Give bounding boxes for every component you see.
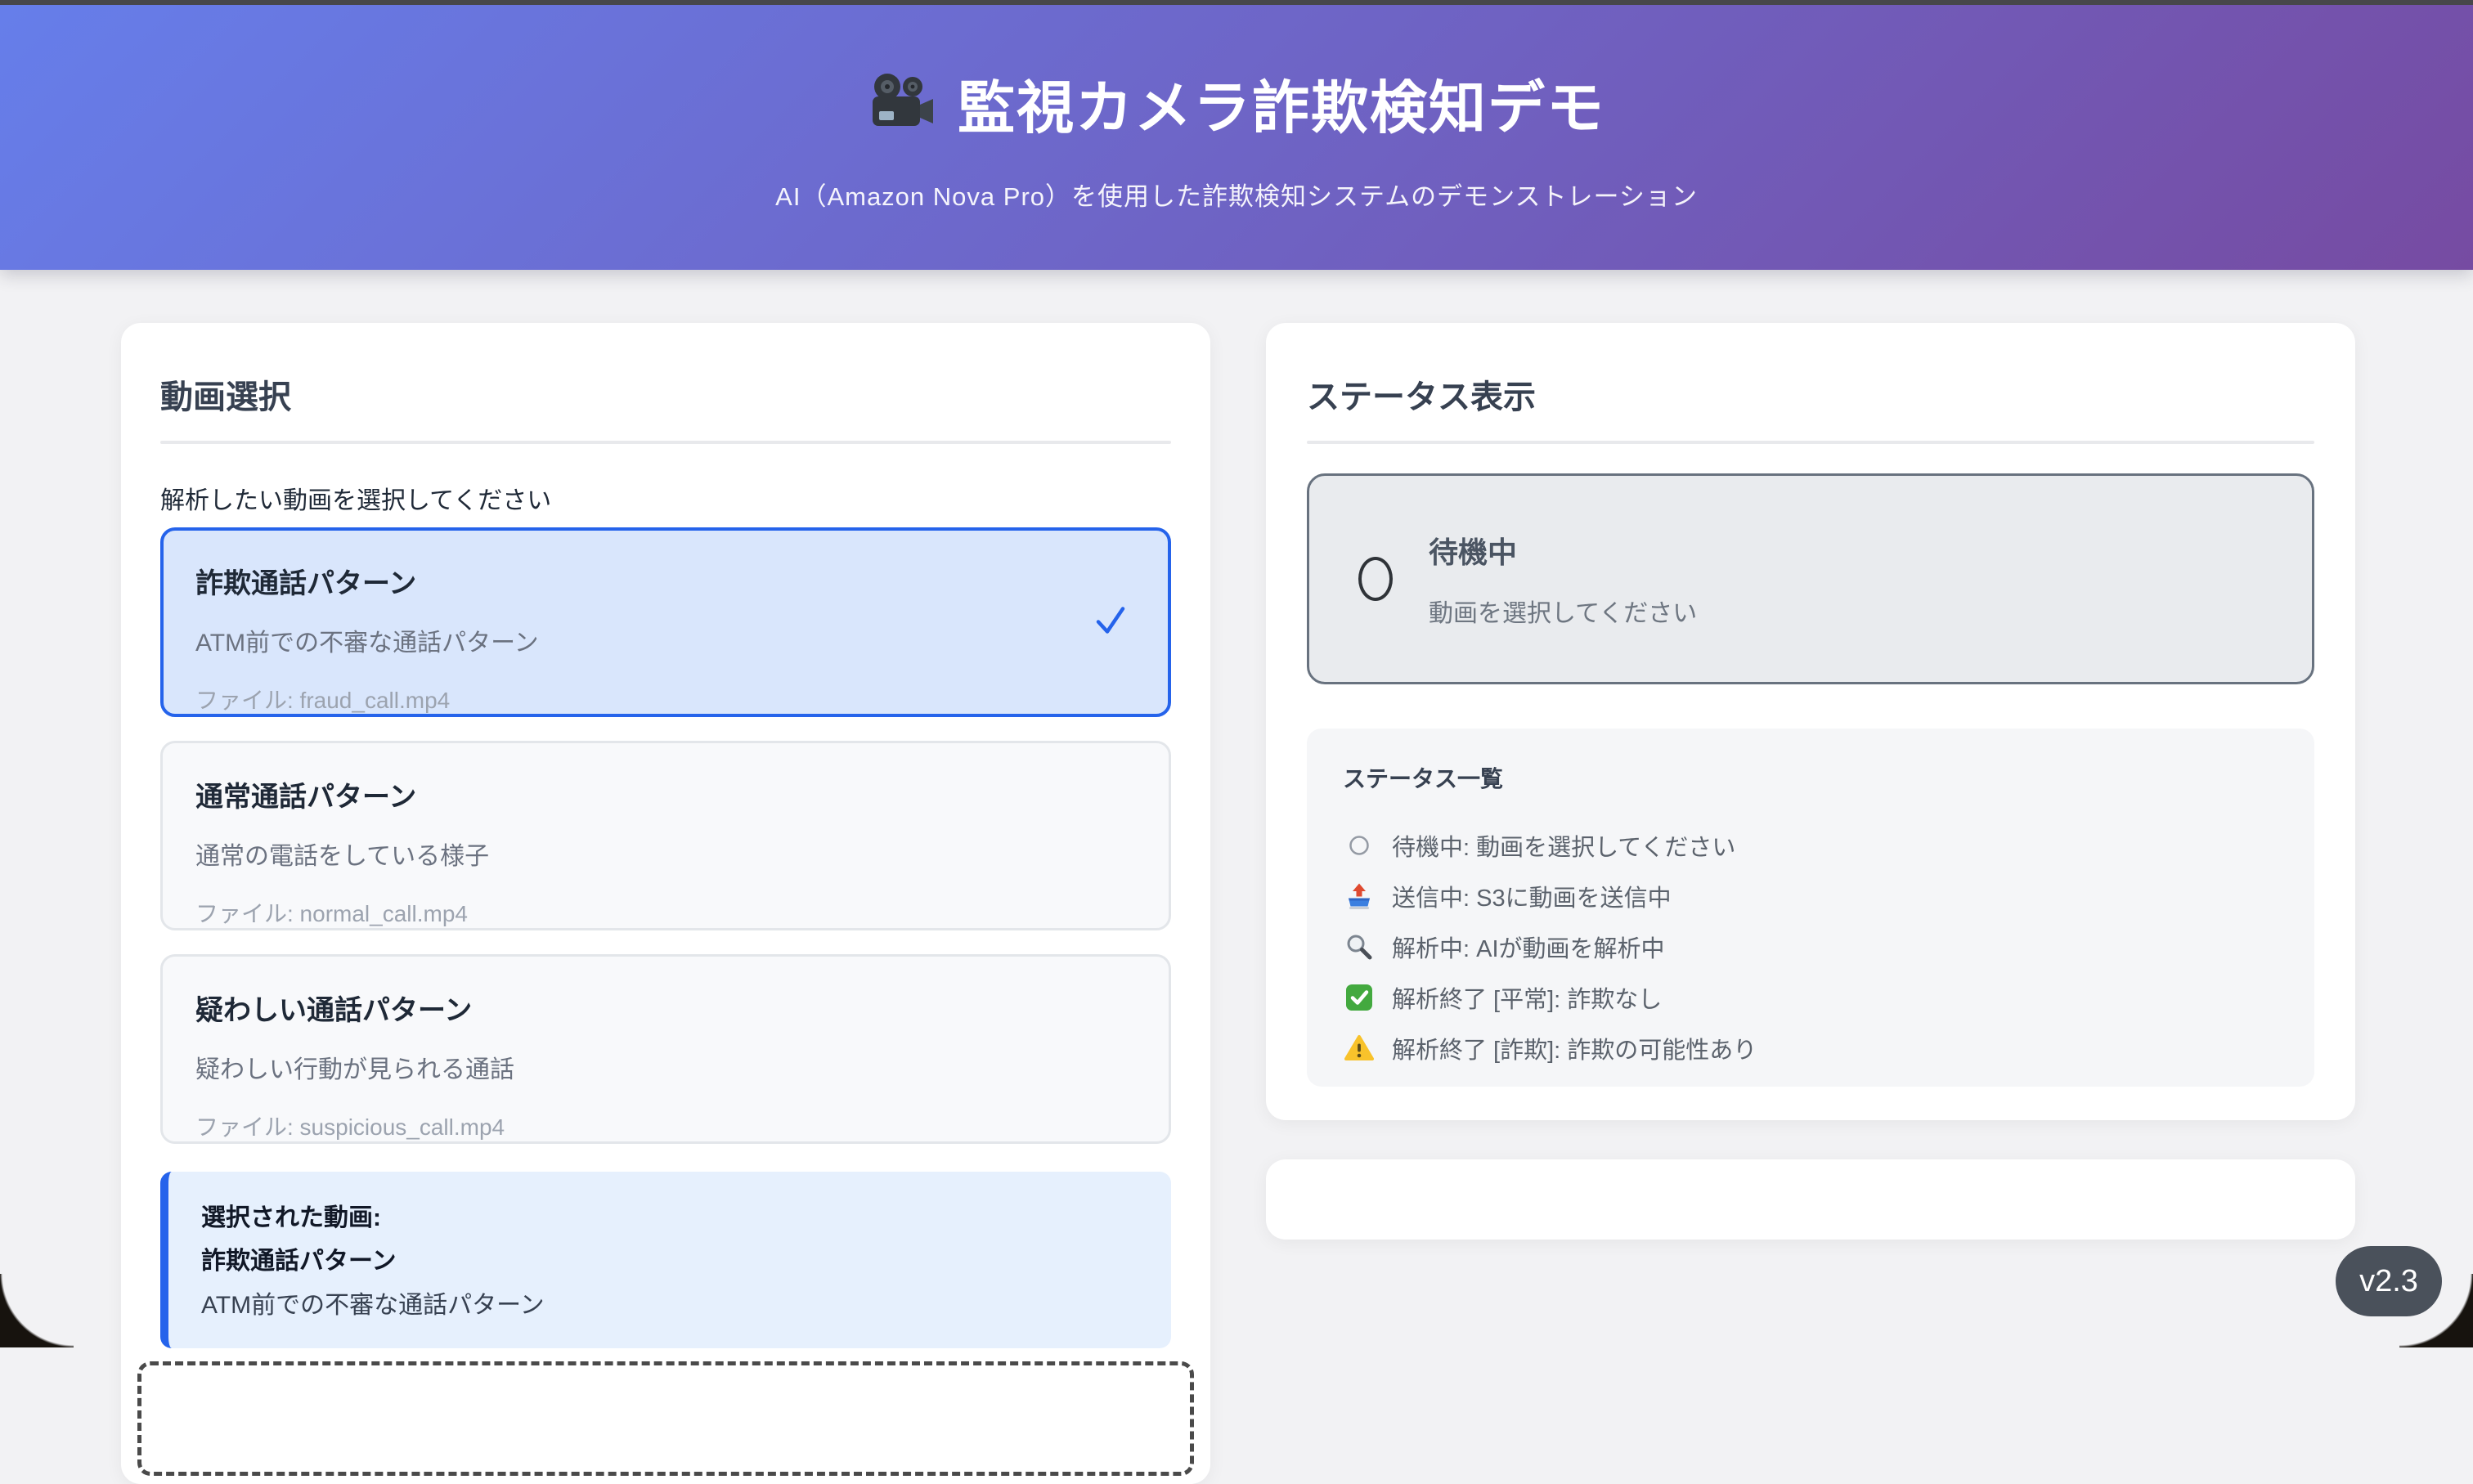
video-option-file: ファイル: suspicious_call.mp4 bbox=[195, 1110, 1136, 1142]
outbox-tray-icon bbox=[1343, 881, 1376, 911]
window-top-edge bbox=[0, 0, 2473, 5]
screen-corner-bottom-left bbox=[0, 1274, 74, 1347]
selected-video-label: 選択された動画: bbox=[201, 1196, 1138, 1240]
video-option-file: ファイル: normal_call.mp4 bbox=[195, 896, 1136, 929]
selected-check-icon bbox=[1094, 606, 1127, 639]
version-badge: v2.3 bbox=[2336, 1246, 2442, 1316]
video-option-title: 疑わしい通話パターン bbox=[195, 988, 1136, 1028]
page-subtitle: AI（Amazon Nova Pro）を使用した詐欺検知システムのデモンストレー… bbox=[775, 176, 1698, 213]
status-display-heading: ステータス表示 bbox=[1307, 323, 2314, 418]
video-option-description: 疑わしい行動が見られる通話 bbox=[195, 1049, 1136, 1085]
divider bbox=[1307, 441, 2314, 444]
current-status-message: 動画を選択してください bbox=[1429, 593, 1697, 629]
status-legend-item: 解析終了 [詐欺]: 詐欺の可能性あり bbox=[1343, 1023, 2278, 1074]
video-selection-heading: 動画選択 bbox=[160, 323, 1171, 418]
status-legend-text: 解析中: AIが動画を解析中 bbox=[1392, 930, 1665, 964]
status-display-card: ステータス表示 待機中 動画を選択してください ステータス一覧 待機中: 動画を… bbox=[1266, 323, 2355, 1120]
idle-circle-icon bbox=[1358, 557, 1393, 601]
status-legend-text: 解析終了 [詐欺]: 詐欺の可能性あり bbox=[1392, 1031, 1757, 1065]
video-option-normal[interactable]: 通常通話パターン 通常の電話をしている様子 ファイル: normal_call.… bbox=[160, 741, 1171, 930]
status-legend-panel: ステータス一覧 待機中: 動画を選択してください 送信中: S3に動画 bbox=[1307, 729, 2314, 1087]
current-status-title: 待機中 bbox=[1429, 529, 1697, 572]
status-legend-text: 解析終了 [平常]: 詐欺なし bbox=[1392, 980, 1662, 1015]
video-selection-card: 動画選択 解析したい動画を選択してください 詐欺通話パターン ATM前での不審な… bbox=[121, 323, 1210, 1484]
selected-video-info: 選択された動画: 詐欺通話パターン ATM前での不審な通話パターン bbox=[160, 1172, 1171, 1348]
video-option-description: 通常の電話をしている様子 bbox=[195, 836, 1136, 872]
video-option-fraud[interactable]: 詐欺通話パターン ATM前での不審な通話パターン ファイル: fraud_cal… bbox=[160, 527, 1171, 717]
page-title: 監視カメラ詐欺検知デモ bbox=[958, 62, 1605, 145]
status-legend-item: 解析終了 [平常]: 詐欺なし bbox=[1343, 972, 2278, 1023]
video-selection-instruction: 解析したい動画を選択してください bbox=[160, 480, 1171, 516]
result-panel-placeholder bbox=[1266, 1159, 2355, 1240]
video-option-title: 詐欺通話パターン bbox=[195, 561, 1136, 601]
green-check-icon bbox=[1343, 983, 1376, 1012]
status-legend-heading: ステータス一覧 bbox=[1343, 761, 2278, 794]
video-option-title: 通常通話パターン bbox=[195, 774, 1136, 814]
status-legend-item: 送信中: S3に動画を送信中 bbox=[1343, 871, 2278, 921]
video-option-file: ファイル: fraud_call.mp4 bbox=[195, 683, 1136, 715]
magnifier-icon bbox=[1343, 932, 1376, 962]
video-option-suspicious[interactable]: 疑わしい通話パターン 疑わしい行動が見られる通話 ファイル: suspiciou… bbox=[160, 954, 1171, 1144]
selected-video-title: 詐欺通話パターン bbox=[201, 1240, 1138, 1283]
app-header: 監視カメラ詐欺検知デモ AI（Amazon Nova Pro）を使用した詐欺検知… bbox=[0, 5, 2473, 270]
status-legend-text: 送信中: S3に動画を送信中 bbox=[1392, 879, 1672, 913]
status-legend-item: 待機中: 動画を選択してください bbox=[1343, 820, 2278, 871]
video-option-description: ATM前での不審な通話パターン bbox=[195, 622, 1136, 658]
status-legend-item: 解析中: AIが動画を解析中 bbox=[1343, 921, 2278, 972]
circle-outline-icon bbox=[1343, 835, 1376, 856]
divider bbox=[160, 441, 1171, 444]
status-legend-list: 待機中: 動画を選択してください 送信中: S3に動画を送信中 bbox=[1343, 820, 2278, 1074]
selected-video-description: ATM前での不審な通話パターン bbox=[201, 1284, 1138, 1327]
status-legend-text: 待機中: 動画を選択してください bbox=[1392, 828, 1735, 863]
upload-dropzone[interactable] bbox=[137, 1361, 1194, 1476]
current-status-box: 待機中 動画を選択してください bbox=[1307, 473, 2314, 684]
movie-camera-icon bbox=[868, 72, 936, 135]
warning-icon bbox=[1343, 1033, 1376, 1063]
